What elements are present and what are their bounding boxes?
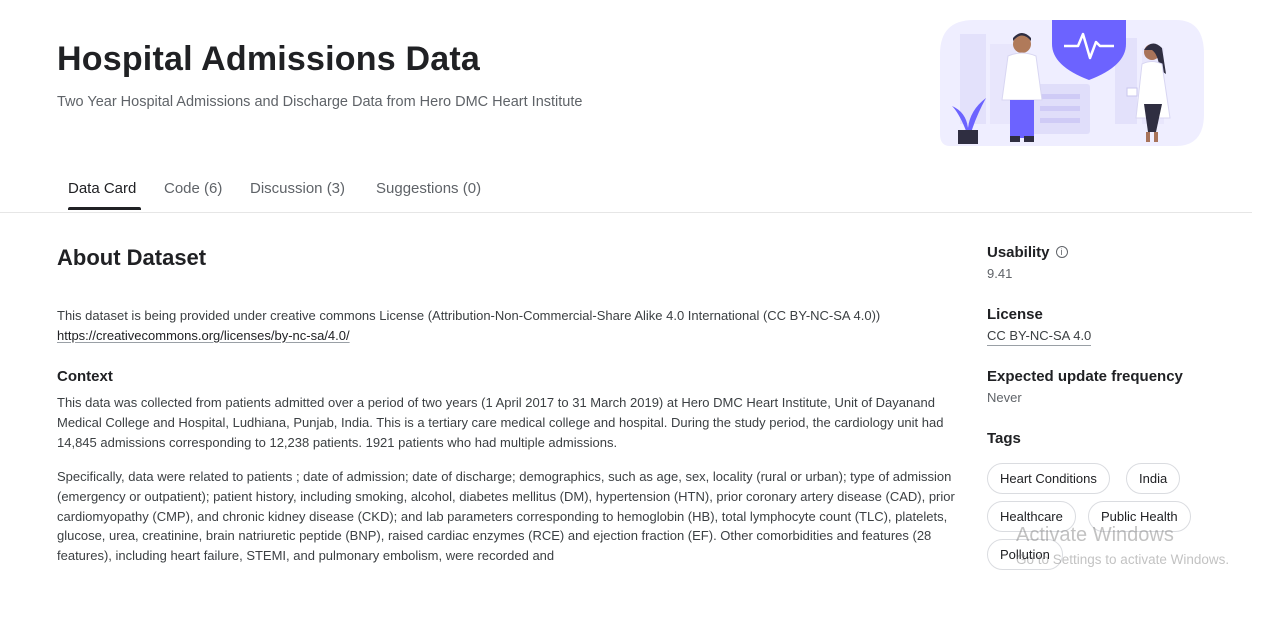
activate-windows-watermark: Activate Windows	[1016, 524, 1174, 546]
tab-suggestions[interactable]: Suggestions (0)	[376, 180, 481, 197]
usability-label: Usability i	[987, 244, 1068, 261]
dataset-tabs: Data Card Code (6) Discussion (3) Sugges…	[0, 168, 1252, 213]
tab-data-card[interactable]: Data Card	[68, 180, 136, 197]
license-text: This dataset is being provided under cre…	[57, 308, 881, 323]
tab-code[interactable]: Code (6)	[164, 180, 222, 197]
doctors-heart-illustration	[940, 20, 1204, 146]
activate-windows-hint: Go to Settings to activate Windows.	[1016, 552, 1230, 567]
page-subtitle: Two Year Hospital Admissions and Dischar…	[57, 94, 583, 110]
update-frequency-value: Never	[987, 390, 1022, 405]
tags-label: Tags	[987, 430, 1021, 447]
tab-discussion[interactable]: Discussion (3)	[250, 180, 345, 197]
specifics-paragraph: Specifically, data were related to patie…	[57, 469, 955, 564]
update-frequency-label: Expected update frequency	[987, 368, 1183, 385]
tag-heart-conditions[interactable]: Heart Conditions	[987, 463, 1110, 494]
license-label: License	[987, 306, 1043, 323]
license-paragraph: This dataset is being provided under cre…	[57, 306, 967, 346]
license-value-link[interactable]: CC BY-NC-SA 4.0	[987, 328, 1092, 346]
license-value: CC BY-NC-SA 4.0	[987, 328, 1092, 346]
about-dataset-heading: About Dataset	[57, 245, 207, 270]
usability-label-text: Usability	[987, 244, 1050, 261]
tag-india[interactable]: India	[1126, 463, 1181, 494]
context-paragraph: This data was collected from patients ad…	[57, 395, 944, 450]
license-link[interactable]: https://creativecommons.org/licenses/by-…	[57, 328, 350, 343]
info-icon[interactable]: i	[1055, 246, 1068, 258]
page-title: Hospital Admissions Data	[57, 40, 480, 78]
context-heading: Context	[57, 368, 113, 385]
active-tab-indicator	[68, 207, 141, 210]
usability-value: 9.41	[987, 266, 1013, 281]
